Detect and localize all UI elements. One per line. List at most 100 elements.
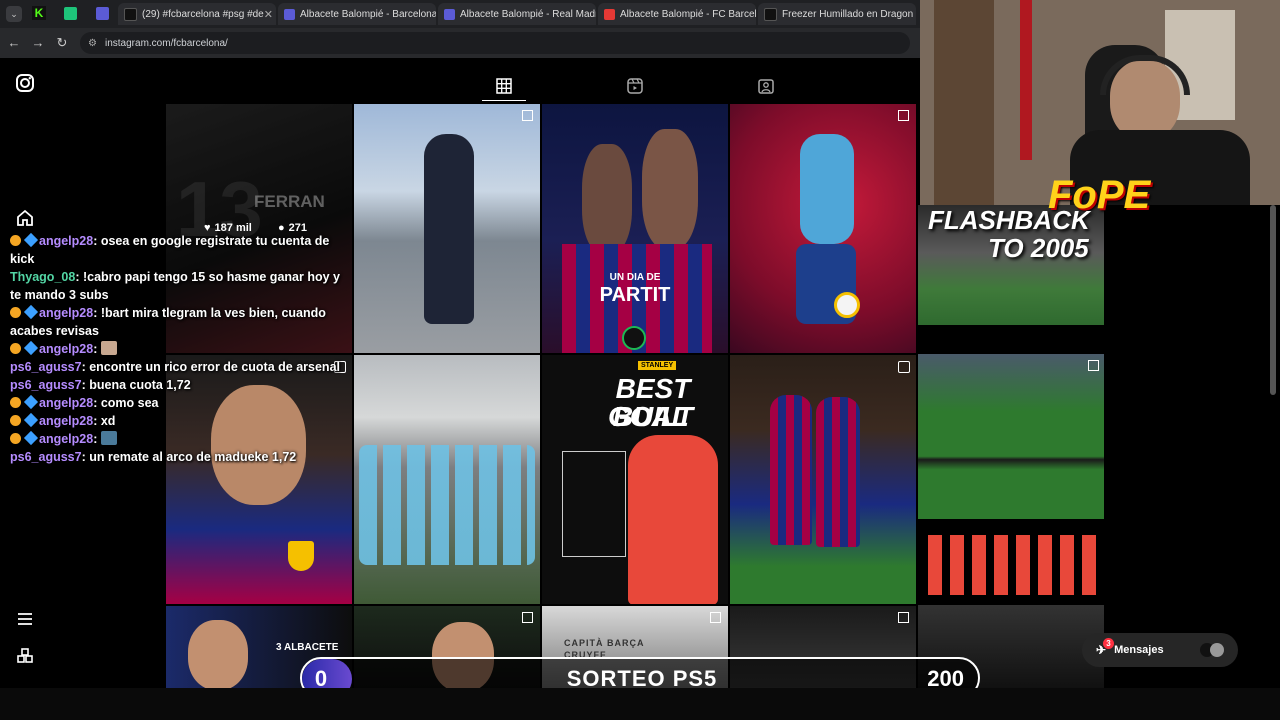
post-tile[interactable] [730,355,916,604]
site-icon [444,8,455,20]
forward-icon[interactable]: → [30,35,46,50]
player-face [188,620,248,688]
chat-message: angelp28: osea en google registrate tu c… [10,232,330,266]
player-figure [816,397,860,547]
browser-tab[interactable]: (29) #fcbarcelona #psg #de ✕ [118,3,276,25]
post-caption-small: 3 ALBACETE [276,642,339,653]
chat-username: angelp28 [39,414,94,428]
chat-message: angelp28: como sea [10,394,345,412]
gem-icon [23,304,39,320]
instagram-logo-icon[interactable] [15,73,35,93]
gem-icon [23,412,39,428]
gem-icon [23,430,39,446]
players-red-row [928,535,1098,595]
browser-tab[interactable]: Albacete Balompié - Real Madr ✕ [438,3,596,25]
badge-icon [10,343,21,354]
close-tab-icon[interactable]: ✕ [264,8,273,21]
tiktok-icon [124,7,137,21]
player-figure [628,435,718,604]
badge-icon [10,397,21,408]
back-icon[interactable]: ← [6,35,22,50]
gem-icon [23,232,39,248]
badge-icon [10,415,21,426]
reel-icon [898,361,910,373]
browser-tab[interactable]: Albacete Balompié - FC Barcelo ✕ [598,3,756,25]
carousel-icon [710,612,721,623]
gem-icon [23,394,39,410]
messages-badge: 3 [1103,638,1114,649]
address-bar-row: ← → ↻ ⚙ instagram.com/fcbarcelona/ [0,28,920,58]
avatar [1210,643,1224,657]
chat-username: angelp28 [39,306,94,320]
grid-icon[interactable] [496,78,512,94]
chat-username: ps6_aguss7 [10,378,82,392]
carousel-icon [522,612,533,623]
apps-icon[interactable] [15,646,35,666]
carousel-icon [1088,360,1099,371]
chat-message: angelp28: !bart mira tlegram la ves bien… [10,304,326,338]
home-icon[interactable] [15,208,35,228]
post-tile[interactable]: UN DIA DE PARTIT [542,104,728,353]
badge-icon [10,235,21,246]
team-group [359,445,535,565]
stream-right-panel: FoPE FLASHBACK TO 2005 ✈ 3 Mensajes [918,173,1280,688]
tab-title: Albacete Balompié - Real Madr [460,8,596,20]
player-figure [582,144,632,254]
chat-message: angelp28: [10,340,345,358]
chat-username: ps6_aguss7 [10,360,82,374]
carousel-icon [522,110,533,121]
url-text: instagram.com/fcbarcelona/ [105,37,228,49]
post-tile[interactable] [354,104,540,353]
chat-username: ps6_aguss7 [10,450,82,464]
tab-list-button[interactable]: ⌄ [6,6,22,22]
tab-title: (29) #fcbarcelona #psg #de [142,8,264,20]
reload-icon[interactable]: ↻ [54,35,70,51]
post-caption-large: PARTIT [599,284,671,306]
chat-username: angelp28 [39,342,94,356]
chat-message: angelp28: [10,430,345,448]
profile-tabs [166,76,916,102]
player-figure [424,134,474,324]
player-figure [800,134,854,244]
carousel-icon [898,110,909,121]
chat-username: angelp28 [39,396,94,410]
flashback-subtitle: TO 2005 [988,233,1089,263]
pinned-tab-3[interactable] [96,7,109,20]
site-icon [604,8,615,20]
menu-icon[interactable] [15,609,35,629]
gem-icon [23,340,39,356]
post-caption-small: UN DIA DE [609,272,661,283]
tab-title: Albacete Balompié - Barcelona [300,8,436,20]
site-info-icon[interactable]: ⚙ [88,38,97,49]
url-field[interactable]: ⚙ instagram.com/fcbarcelona/ [80,32,910,54]
post-tile[interactable] [730,104,916,353]
reels-icon[interactable] [627,78,643,94]
chat-text: un remate al arco de madueke 1,72 [89,450,297,464]
tactics-board [562,451,626,557]
tagged-icon[interactable] [758,78,774,94]
browser-tab-strip: ⌄ K (29) #fcbarcelona #psg #de ✕ Albacet… [0,0,920,28]
pinned-tab-kick[interactable]: K [32,6,46,20]
post-tile[interactable] [354,355,540,604]
pinned-tab-2[interactable] [64,7,77,20]
browser-tab[interactable]: Freezer Humillado en Dragon B ✕ [758,3,916,25]
chat-message: angelp28: xd [10,412,345,430]
scrollbar[interactable] [1270,205,1276,395]
chat-message: ps6_aguss7: encontre un rico error de cu… [10,360,340,374]
player-figure [642,129,698,249]
door-shape [934,0,994,205]
active-tab-underline [482,100,526,101]
curtain-shape [1020,0,1032,160]
chat-text: xd [100,414,116,428]
chat-username: angelp28 [39,432,94,446]
player-figure [770,395,812,545]
messages-label: Mensajes [1114,644,1164,656]
chat-message: ps6_aguss7: un remate al arco de madueke… [10,450,297,464]
tab-title: Freezer Humillado en Dragon B [782,8,916,20]
flashback-title: FLASHBACK [928,205,1090,235]
post-tile[interactable]: STANLEY BEST BUILT GOAL [542,355,728,604]
browser-tab[interactable]: Albacete Balompié - Barcelona ✕ [278,3,436,25]
messages-button[interactable]: ✈ 3 Mensajes [1082,633,1238,667]
spotify-logo-icon [622,326,646,350]
chat-message: Thyago_08: !cabro papi tengo 15 so hasme… [10,270,340,302]
